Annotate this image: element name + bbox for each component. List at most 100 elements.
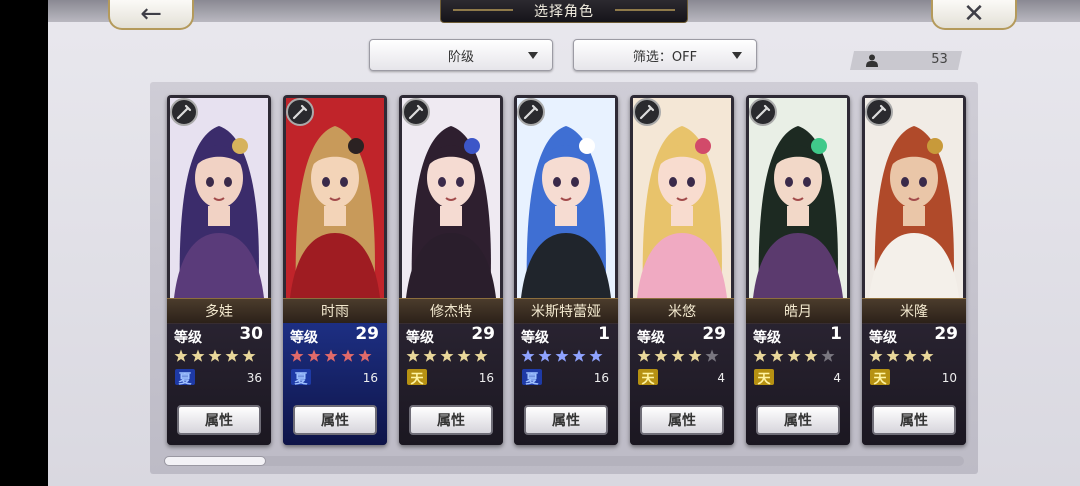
- star-icon: [225, 349, 239, 362]
- star-icon: [770, 349, 784, 362]
- character-name-bar: 米隆: [862, 298, 966, 324]
- character-card[interactable]: 米悠 等级 29 天 4 属性: [630, 95, 734, 445]
- character-count-value: 10: [941, 371, 957, 385]
- weapon-class-icon: [865, 98, 893, 126]
- rarity-stars: [753, 349, 835, 363]
- filter-dropdown[interactable]: 筛选：OFF: [573, 39, 757, 71]
- character-name-bar: 修杰特: [399, 298, 503, 324]
- character-portrait: [865, 98, 963, 298]
- level-label: 等级: [290, 330, 318, 346]
- filter-dropdown-label: 筛选：OFF: [632, 49, 698, 65]
- close-button[interactable]: ✕: [931, 0, 1017, 30]
- star-icon: [555, 349, 569, 362]
- character-name: 米斯特蕾娅: [531, 304, 601, 320]
- star-icon: [572, 349, 586, 362]
- character-count-value: 16: [593, 371, 609, 385]
- chevron-down-icon: [528, 52, 538, 59]
- character-card[interactable]: 多娃 等级 30 夏 36 属性: [167, 95, 271, 445]
- star-icon: [324, 349, 338, 362]
- star-icon: [920, 349, 934, 362]
- attribute-button[interactable]: 属性: [293, 405, 377, 435]
- level-value: 1: [830, 324, 842, 344]
- star-icon: [406, 349, 420, 362]
- attribute-button[interactable]: 属性: [872, 405, 956, 435]
- character-card[interactable]: 米隆 等级 29 天 10 属性: [862, 95, 966, 445]
- element-badge: 天: [870, 369, 890, 387]
- attribute-button[interactable]: 属性: [640, 405, 724, 435]
- star-icon: [290, 349, 304, 362]
- star-icon: [688, 349, 702, 362]
- star-icon: [341, 349, 355, 362]
- character-card[interactable]: 时雨 等级 29 夏 16 属性: [283, 95, 387, 445]
- back-button[interactable]: ←: [108, 0, 194, 30]
- character-name-bar: 米斯特蕾娅: [514, 298, 618, 324]
- star-icon: [440, 349, 454, 362]
- character-card[interactable]: 修杰特 等级 29 天 16 属性: [399, 95, 503, 445]
- star-icon: [358, 349, 372, 362]
- rarity-stars: [406, 349, 488, 363]
- attribute-button[interactable]: 属性: [756, 405, 840, 435]
- star-icon: [307, 349, 321, 362]
- character-count-value: 36: [246, 371, 262, 385]
- title-plate: 选择角色: [440, 0, 688, 23]
- page-title: 选择角色: [534, 4, 594, 20]
- person-icon: [866, 54, 878, 67]
- element-badge: 天: [754, 369, 774, 387]
- character-count-value: 16: [362, 371, 378, 385]
- star-icon: [705, 349, 719, 362]
- weapon-class-icon: [517, 98, 545, 126]
- screen-edge: [0, 0, 48, 486]
- star-icon: [521, 349, 535, 362]
- close-icon: ✕: [963, 0, 985, 29]
- star-icon: [869, 349, 883, 362]
- rarity-stars: [521, 349, 603, 363]
- star-icon: [671, 349, 685, 362]
- horizontal-scrollbar[interactable]: [164, 456, 964, 466]
- weapon-class-icon: [286, 98, 314, 126]
- attribute-button-label: 属性: [437, 413, 465, 429]
- element-badge: 天: [638, 369, 658, 387]
- character-portrait: [633, 98, 731, 298]
- attribute-button-label: 属性: [205, 413, 233, 429]
- star-icon: [886, 349, 900, 362]
- element-badge: 夏: [175, 369, 195, 387]
- class-dropdown[interactable]: 阶级: [369, 39, 553, 71]
- character-portrait: [749, 98, 847, 298]
- star-icon: [903, 349, 917, 362]
- level-value: 30: [239, 324, 263, 344]
- rarity-stars: [290, 349, 372, 363]
- character-portrait: [402, 98, 500, 298]
- scrollbar-thumb[interactable]: [164, 456, 266, 466]
- attribute-button[interactable]: 属性: [177, 405, 261, 435]
- attribute-button[interactable]: 属性: [524, 405, 608, 435]
- level-value: 29: [702, 324, 726, 344]
- attribute-button-label: 属性: [321, 413, 349, 429]
- character-card[interactable]: 米斯特蕾娅 等级 1 夏 16 属性: [514, 95, 618, 445]
- character-count-badge: 53: [849, 51, 963, 70]
- star-icon: [589, 349, 603, 362]
- star-icon: [208, 349, 222, 362]
- star-icon: [804, 349, 818, 362]
- star-icon: [637, 349, 651, 362]
- star-icon: [753, 349, 767, 362]
- character-name-bar: 皓月: [746, 298, 850, 324]
- weapon-class-icon: [170, 98, 198, 126]
- weapon-class-icon: [402, 98, 430, 126]
- level-value: 29: [934, 324, 958, 344]
- character-name: 米隆: [900, 304, 928, 320]
- attribute-button-label: 属性: [900, 413, 928, 429]
- character-name-bar: 多娃: [167, 298, 271, 324]
- attribute-button[interactable]: 属性: [409, 405, 493, 435]
- chevron-down-icon: [732, 52, 742, 59]
- level-value: 29: [355, 324, 379, 344]
- character-name: 多娃: [205, 304, 233, 320]
- character-card[interactable]: 皓月 等级 1 天 4 属性: [746, 95, 850, 445]
- class-dropdown-label: 阶级: [447, 49, 474, 65]
- weapon-class-icon: [749, 98, 777, 126]
- level-value: 1: [598, 324, 610, 344]
- star-icon: [191, 349, 205, 362]
- character-portrait: [286, 98, 384, 298]
- level-label: 等级: [869, 330, 897, 346]
- star-icon: [538, 349, 552, 362]
- star-icon: [242, 349, 256, 362]
